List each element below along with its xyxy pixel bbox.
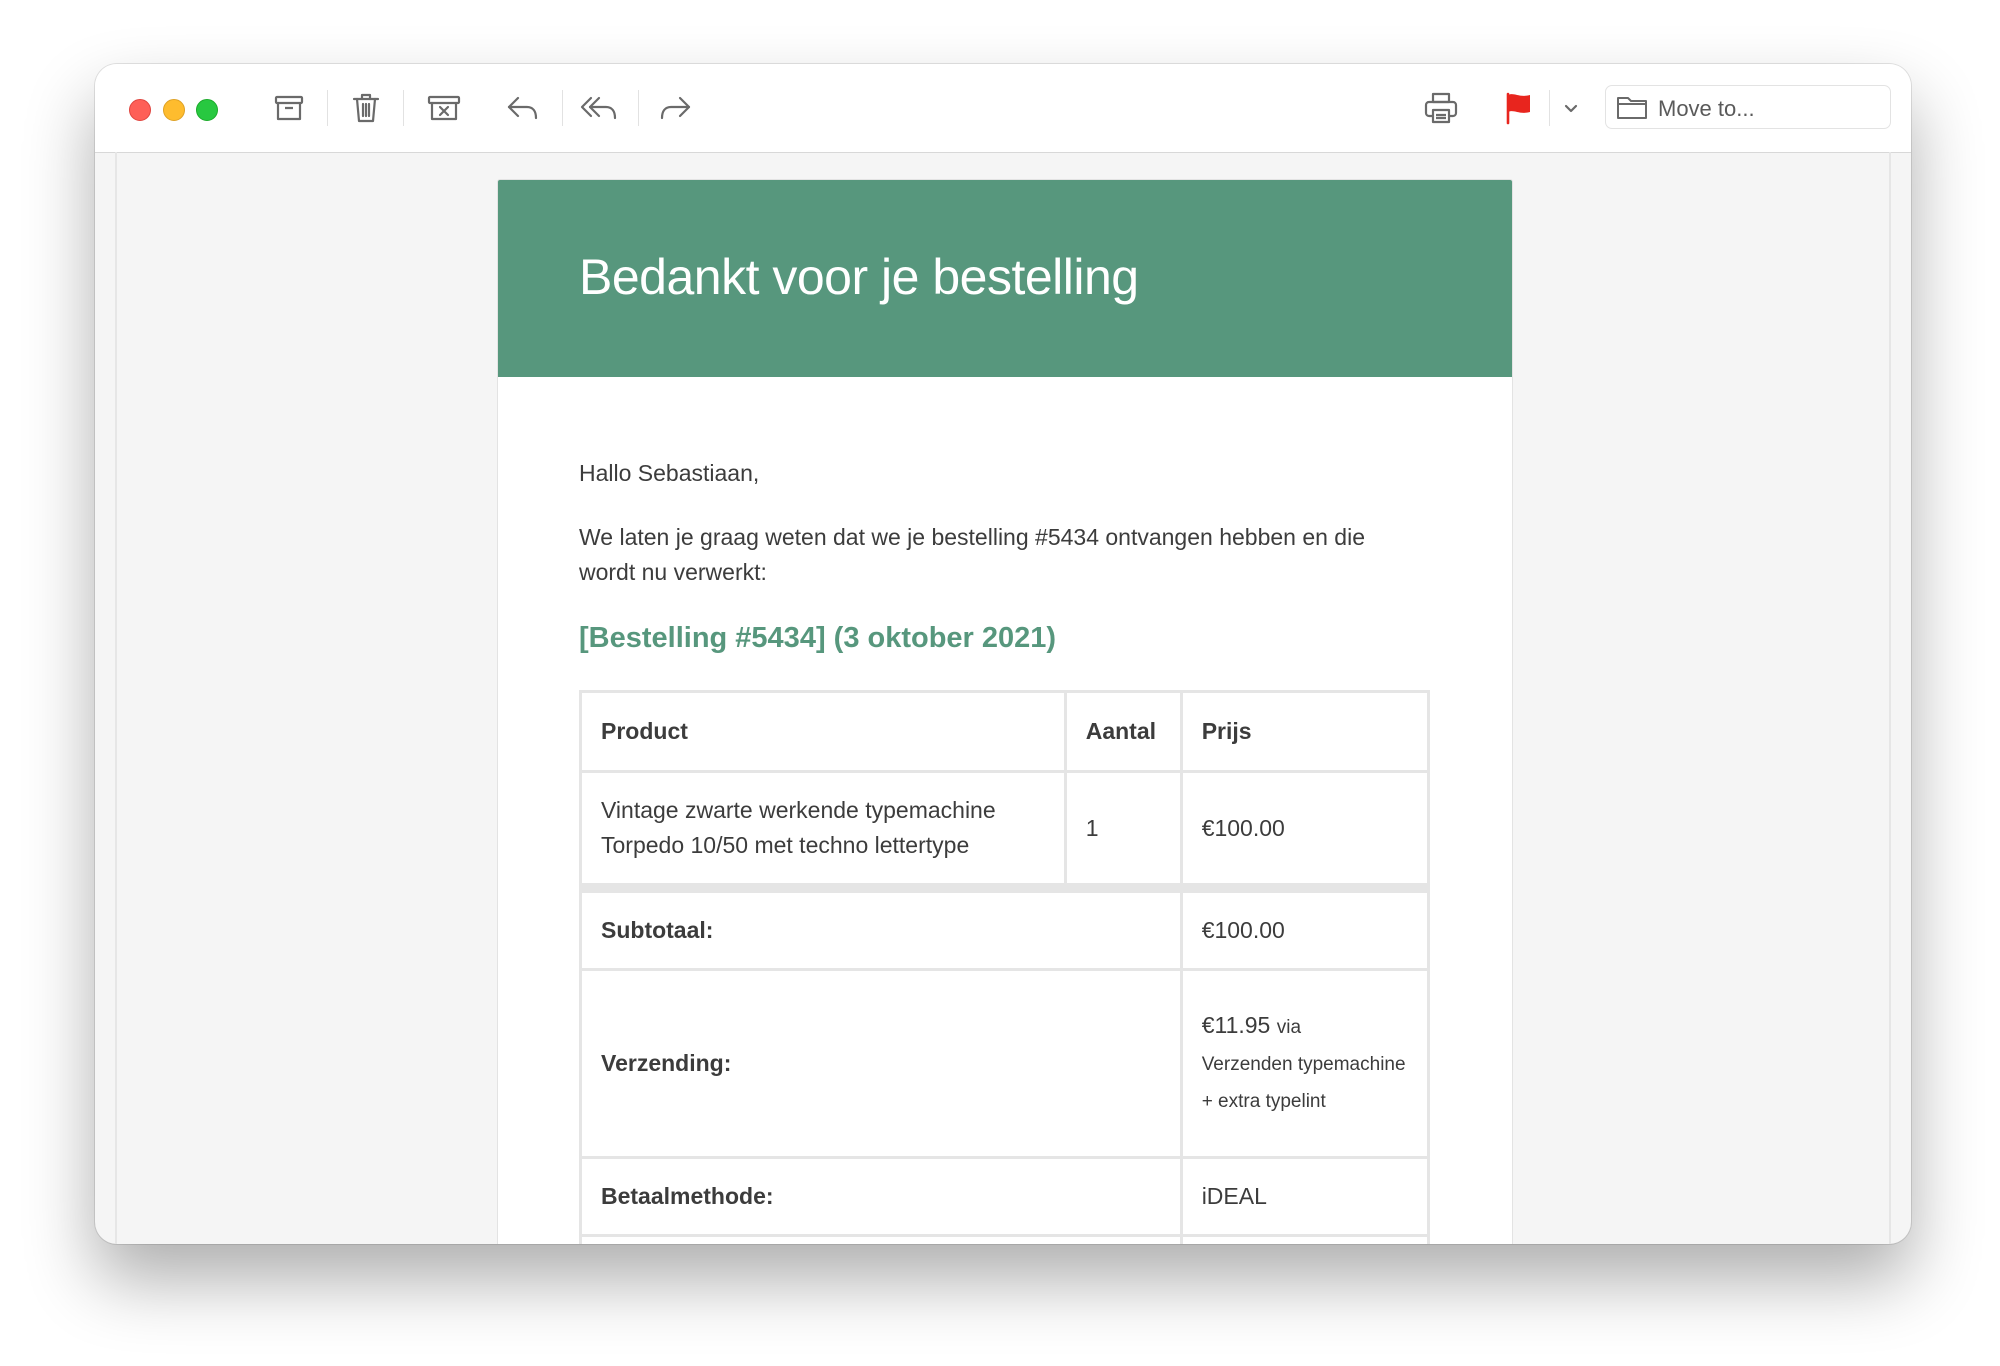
move-to-button[interactable]: Move to... bbox=[1605, 85, 1891, 129]
zoom-window-button[interactable] bbox=[196, 99, 218, 121]
reply-all-icon[interactable] bbox=[579, 88, 619, 128]
table-row: Vintage zwarte werkende typemachine Torp… bbox=[579, 770, 1431, 890]
payment-label: Betaalmethode: bbox=[579, 1156, 1183, 1237]
toolbar: Move to... bbox=[95, 64, 1911, 153]
header-price: Prijs bbox=[1179, 690, 1431, 773]
forward-icon[interactable] bbox=[655, 88, 695, 128]
payment-value: iDEAL bbox=[1179, 1156, 1431, 1237]
shipping-via: via bbox=[1276, 1017, 1302, 1038]
intro-text: We laten je graag weten dat we je bestel… bbox=[579, 524, 1365, 585]
shipping-label: Verzending: bbox=[579, 968, 1183, 1159]
folder-icon bbox=[1616, 93, 1648, 121]
shipping-amount: €11.95 bbox=[1201, 1012, 1271, 1038]
table-header-row: Product Aantal Prijs bbox=[579, 690, 1431, 773]
junk-icon[interactable] bbox=[424, 88, 464, 128]
shipping-method: Verzenden typemachine + extra typelint bbox=[1201, 1054, 1406, 1112]
email-title: Bedankt voor je bestelling bbox=[579, 249, 1139, 305]
chevron-down-icon[interactable] bbox=[1557, 88, 1585, 128]
shipping-value: €11.95 via Verzenden typemachine + extra … bbox=[1179, 968, 1431, 1159]
order-heading[interactable]: [Bestelling #5434] (3 oktober 2021) bbox=[579, 622, 1056, 655]
email-header-banner: Bedankt voor je bestelling bbox=[498, 180, 1512, 377]
shipping-row: Verzending: €11.95 via Verzenden typemach… bbox=[579, 968, 1431, 1159]
flag-icon[interactable] bbox=[1499, 88, 1539, 128]
item-product: Vintage zwarte werkende typemachine Torp… bbox=[579, 770, 1067, 890]
order-table: Product Aantal Prijs Vintage zwarte werk… bbox=[579, 690, 1431, 1244]
left-divider bbox=[115, 152, 117, 1244]
archive-icon[interactable] bbox=[269, 88, 309, 128]
header-product: Product bbox=[579, 690, 1067, 773]
item-quantity: 1 bbox=[1063, 770, 1183, 890]
header-quantity: Aantal bbox=[1063, 690, 1183, 773]
close-window-button[interactable] bbox=[129, 99, 151, 121]
print-icon[interactable] bbox=[1421, 88, 1461, 128]
right-divider bbox=[1889, 152, 1891, 1244]
subtotal-label: Subtotaal: bbox=[579, 883, 1183, 971]
subtotal-value: €100.00 bbox=[1179, 883, 1431, 971]
item-price: €100.00 bbox=[1179, 770, 1431, 890]
table-row bbox=[579, 1234, 1431, 1244]
move-to-label: Move to... bbox=[1658, 96, 1755, 121]
minimize-window-button[interactable] bbox=[163, 99, 185, 121]
subtotal-row: Subtotaal: €100.00 bbox=[579, 883, 1431, 971]
reply-icon[interactable] bbox=[503, 88, 543, 128]
mail-window: Move to... Bedankt voor je bestelling Ha… bbox=[95, 64, 1911, 1244]
trash-icon[interactable] bbox=[346, 88, 386, 128]
payment-row: Betaalmethode: iDEAL bbox=[579, 1156, 1431, 1237]
greeting: Hallo Sebastiaan, bbox=[579, 460, 760, 486]
email-message: Bedankt voor je bestelling Hallo Sebasti… bbox=[497, 179, 1513, 1244]
